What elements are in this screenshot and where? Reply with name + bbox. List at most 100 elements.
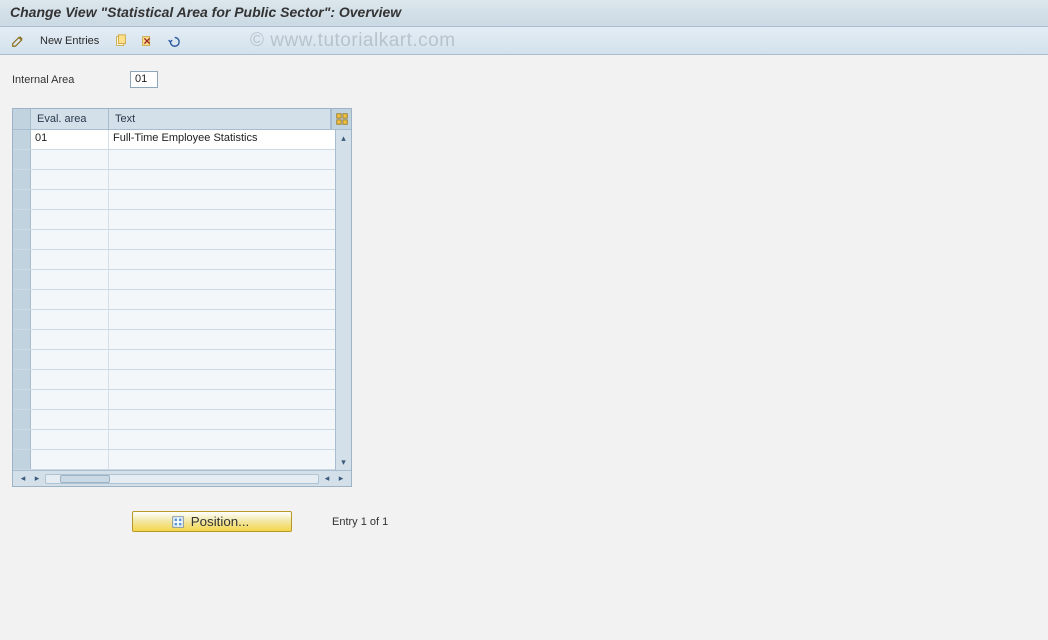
table-row[interactable] [13,170,335,190]
row-handle[interactable] [13,350,31,369]
cell-text[interactable] [109,390,335,409]
internal-area-field-row: Internal Area 01 [12,71,1036,88]
row-handle[interactable] [13,330,31,349]
row-handle[interactable] [13,410,31,429]
cell-text[interactable] [109,290,335,309]
cell-eval-area[interactable] [31,350,109,369]
table-row[interactable] [13,430,335,450]
undo-icon[interactable] [163,31,183,51]
table-settings-icon[interactable] [331,109,351,129]
select-all-handle[interactable] [13,109,31,129]
table-row[interactable] [13,270,335,290]
cell-text[interactable] [109,310,335,329]
cell-eval-area[interactable] [31,390,109,409]
row-handle[interactable] [13,230,31,249]
table-header-row: Eval. area Text [13,109,351,130]
table-row[interactable] [13,410,335,430]
new-entries-label: New Entries [40,35,99,47]
row-handle[interactable] [13,210,31,229]
row-handle[interactable] [13,290,31,309]
scroll-left-icon[interactable]: ▸ [31,473,43,485]
cell-text[interactable] [109,170,335,189]
entry-count-info: Entry 1 of 1 [332,516,388,528]
cell-text[interactable] [109,270,335,289]
copy-icon[interactable] [111,31,131,51]
cell-eval-area[interactable] [31,290,109,309]
eval-area-table: Eval. area Text 01Full-Time Employee Sta… [12,108,352,487]
scroll-up-icon[interactable]: ▴ [338,132,350,144]
table-row[interactable] [13,290,335,310]
table-row[interactable] [13,370,335,390]
hscroll-track[interactable] [45,474,319,484]
vertical-scrollbar[interactable]: ▴ ▾ [335,130,351,470]
hscroll-thumb[interactable] [60,475,110,483]
horizontal-scrollbar[interactable]: ◂ ▸ ◂ ▸ [13,470,351,486]
row-handle[interactable] [13,170,31,189]
col-header-text[interactable]: Text [109,109,331,129]
cell-text[interactable] [109,430,335,449]
table-row[interactable] [13,350,335,370]
row-handle[interactable] [13,190,31,209]
table-row[interactable] [13,210,335,230]
row-handle[interactable] [13,450,31,469]
new-entries-button[interactable]: New Entries [34,33,105,49]
cell-text[interactable] [109,210,335,229]
internal-area-label: Internal Area [12,74,122,86]
row-handle[interactable] [13,130,31,149]
content-area: Internal Area 01 Eval. area Text 01Full-… [0,55,1048,542]
table-row[interactable] [13,190,335,210]
page-title: Change View "Statistical Area for Public… [10,4,1038,20]
cell-eval-area[interactable] [31,370,109,389]
cell-text[interactable] [109,150,335,169]
position-icon [171,515,185,529]
cell-eval-area[interactable] [31,150,109,169]
table-row[interactable] [13,150,335,170]
table-row[interactable] [13,230,335,250]
position-button[interactable]: Position... [132,511,292,532]
cell-eval-area[interactable]: 01 [31,130,109,149]
cell-text[interactable] [109,410,335,429]
table-row[interactable] [13,330,335,350]
row-handle[interactable] [13,430,31,449]
row-handle[interactable] [13,250,31,269]
scroll-down-icon[interactable]: ▾ [338,456,350,468]
cell-text[interactable] [109,330,335,349]
table-row[interactable] [13,310,335,330]
footer-row: Position... Entry 1 of 1 [132,511,1036,532]
scroll-right-end-icon[interactable]: ▸ [335,473,347,485]
scroll-right-icon[interactable]: ◂ [321,473,333,485]
row-handle[interactable] [13,270,31,289]
cell-eval-area[interactable] [31,230,109,249]
cell-text[interactable]: Full-Time Employee Statistics [109,130,335,149]
col-header-eval-area[interactable]: Eval. area [31,109,109,129]
cell-text[interactable] [109,230,335,249]
pencil-toggle-icon[interactable] [8,31,28,51]
cell-eval-area[interactable] [31,410,109,429]
cell-text[interactable] [109,350,335,369]
cell-text[interactable] [109,250,335,269]
cell-eval-area[interactable] [31,430,109,449]
table-row[interactable] [13,250,335,270]
cell-text[interactable] [109,190,335,209]
cell-text[interactable] [109,450,335,469]
cell-eval-area[interactable] [31,250,109,269]
row-handle[interactable] [13,370,31,389]
row-handle[interactable] [13,150,31,169]
row-handle[interactable] [13,390,31,409]
cell-eval-area[interactable] [31,310,109,329]
internal-area-value[interactable]: 01 [130,71,158,88]
scroll-left-start-icon[interactable]: ◂ [17,473,29,485]
delete-icon[interactable] [137,31,157,51]
table-row[interactable] [13,390,335,410]
table-row[interactable]: 01Full-Time Employee Statistics [13,130,335,150]
cell-eval-area[interactable] [31,330,109,349]
cell-eval-area[interactable] [31,210,109,229]
row-handle[interactable] [13,310,31,329]
cell-text[interactable] [109,370,335,389]
cell-eval-area[interactable] [31,170,109,189]
table-row[interactable] [13,450,335,470]
cell-eval-area[interactable] [31,450,109,469]
cell-eval-area[interactable] [31,270,109,289]
title-bar: Change View "Statistical Area for Public… [0,0,1048,27]
cell-eval-area[interactable] [31,190,109,209]
